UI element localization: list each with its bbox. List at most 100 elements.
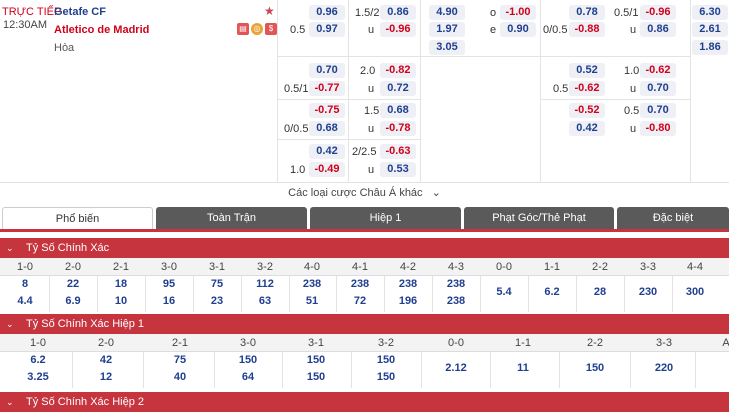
under-label: u: [630, 83, 637, 95]
odds-button[interactable]: 0.53: [380, 162, 416, 177]
odds-value[interactable]: 8: [22, 278, 28, 290]
handicap-line: 0.5: [290, 24, 306, 36]
odds-button[interactable]: 6.30: [692, 5, 728, 20]
odds-value[interactable]: 75: [211, 278, 223, 290]
tab-corners-cards[interactable]: Phạt Góc/Thẻ Phạt: [464, 207, 614, 229]
odds-value[interactable]: 51: [306, 295, 318, 307]
odds-button[interactable]: -0.96: [640, 5, 676, 20]
odds-value[interactable]: 18: [115, 278, 127, 290]
odds-button[interactable]: 0.78: [569, 5, 605, 20]
odds-button[interactable]: -0.62: [640, 63, 676, 78]
odds-button[interactable]: 0.96: [309, 5, 345, 20]
scoreboard-icon[interactable]: ▤: [237, 23, 249, 35]
col-divider: [336, 276, 337, 312]
odds-value[interactable]: 150: [586, 362, 604, 374]
odds-button[interactable]: 1.97: [429, 22, 465, 37]
odds-button[interactable]: 0.68: [309, 121, 345, 136]
odds-value[interactable]: 238: [303, 278, 321, 290]
odds-button[interactable]: 0.90: [500, 22, 536, 37]
odds-button[interactable]: -0.49: [309, 162, 345, 177]
odds-button[interactable]: 3.05: [429, 40, 465, 55]
odds-button[interactable]: 0.70: [640, 81, 676, 96]
more-asian-bets-link[interactable]: Các loại cược Châu Á khác ⌄: [0, 182, 729, 202]
odds-button[interactable]: 0.68: [380, 103, 416, 118]
odds-value[interactable]: 300: [686, 286, 704, 298]
odds-value[interactable]: 63: [259, 295, 271, 307]
odds-button[interactable]: 0.70: [640, 103, 676, 118]
odds-value[interactable]: 196: [399, 295, 417, 307]
section-correct-score-h1[interactable]: ⌄ Tỷ Số Chính Xác Hiệp 1: [0, 314, 729, 334]
odds-button[interactable]: -0.80: [640, 121, 676, 136]
odds-value[interactable]: 2.12: [445, 362, 466, 374]
odds-value[interactable]: 12: [100, 371, 112, 383]
odds-button[interactable]: -0.88: [569, 22, 605, 37]
odds-value[interactable]: 150: [239, 354, 257, 366]
odds-button[interactable]: -0.82: [380, 63, 416, 78]
odds-value[interactable]: 150: [377, 371, 395, 383]
odds-value[interactable]: 150: [307, 371, 325, 383]
odds-button[interactable]: 0.97: [309, 22, 345, 37]
odds-value[interactable]: 72: [354, 295, 366, 307]
col-divider: [348, 0, 349, 182]
tab-first-half[interactable]: Hiệp 1: [310, 207, 461, 229]
favorite-star-icon[interactable]: ★: [264, 4, 275, 18]
tab-popular[interactable]: Phổ biến: [2, 207, 153, 231]
odds-button[interactable]: -0.63: [380, 144, 416, 159]
odds-button[interactable]: 0.42: [309, 144, 345, 159]
odds-value[interactable]: 3.25: [27, 371, 48, 383]
odds-button[interactable]: 4.90: [429, 5, 465, 20]
odds-button[interactable]: 2.61: [692, 22, 728, 37]
odds-value[interactable]: 4.4: [17, 295, 32, 307]
coin-icon[interactable]: ◎: [251, 23, 263, 35]
odds-value[interactable]: 238: [447, 295, 465, 307]
odds-button[interactable]: -0.62: [569, 81, 605, 96]
odds-value[interactable]: 23: [211, 295, 223, 307]
odds-value[interactable]: 150: [307, 354, 325, 366]
odds-value[interactable]: 40: [174, 371, 186, 383]
odds-value[interactable]: 220: [655, 362, 673, 374]
odds-button[interactable]: -0.96: [380, 22, 416, 37]
odds-button[interactable]: 0.70: [309, 63, 345, 78]
odds-button[interactable]: 0.86: [640, 22, 676, 37]
section-correct-score[interactable]: ⌄ Tỷ Số Chính Xác: [0, 238, 729, 258]
odds-value[interactable]: 6.2: [30, 354, 45, 366]
odds-value[interactable]: 238: [399, 278, 417, 290]
score-label: 2-2: [592, 261, 608, 273]
odds-value[interactable]: 112: [256, 278, 274, 290]
odds-value[interactable]: 6.2: [544, 286, 559, 298]
odds-button[interactable]: 0.42: [569, 121, 605, 136]
odds-value[interactable]: 22: [67, 278, 79, 290]
odds-button[interactable]: -0.75: [309, 103, 345, 118]
home-team[interactable]: Getafe CF: [54, 6, 106, 18]
odds-value[interactable]: 150: [377, 354, 395, 366]
odds-value[interactable]: 238: [351, 278, 369, 290]
odds-button[interactable]: 1.86: [692, 40, 728, 55]
odds-value[interactable]: 10: [115, 295, 127, 307]
odds-value[interactable]: 5.4: [496, 286, 511, 298]
odds-button[interactable]: -1.00: [500, 5, 536, 20]
odds-button[interactable]: -0.78: [380, 121, 416, 136]
odds-value[interactable]: 42: [100, 354, 112, 366]
col-divider: [690, 0, 691, 182]
tab-special[interactable]: Đặc biệt: [617, 207, 729, 229]
odds-value[interactable]: 16: [163, 295, 175, 307]
odds-value[interactable]: 28: [594, 286, 606, 298]
odds-button[interactable]: 0.72: [380, 81, 416, 96]
odds-button[interactable]: 0.86: [380, 5, 416, 20]
odds-button[interactable]: -0.52: [569, 103, 605, 118]
section-correct-score-h2[interactable]: ⌄ Tỷ Số Chính Xác Hiệp 2: [0, 392, 729, 412]
odds-button[interactable]: -0.77: [309, 81, 345, 96]
odds-button[interactable]: 0.52: [569, 63, 605, 78]
odds-value[interactable]: 75: [174, 354, 186, 366]
odds-value[interactable]: 11: [517, 362, 529, 374]
odds-value[interactable]: 238: [447, 278, 465, 290]
odds-value[interactable]: 6.9: [65, 295, 80, 307]
odds-value[interactable]: 64: [242, 371, 254, 383]
dollar-icon[interactable]: $: [265, 23, 277, 35]
away-team[interactable]: Atletico de Madrid: [54, 24, 149, 36]
odds-value[interactable]: 95: [163, 278, 175, 290]
odds-value[interactable]: 230: [639, 286, 657, 298]
col-divider: [72, 352, 73, 388]
score-label: A: [722, 337, 729, 349]
tab-full-match[interactable]: Toàn Trận: [156, 207, 307, 229]
